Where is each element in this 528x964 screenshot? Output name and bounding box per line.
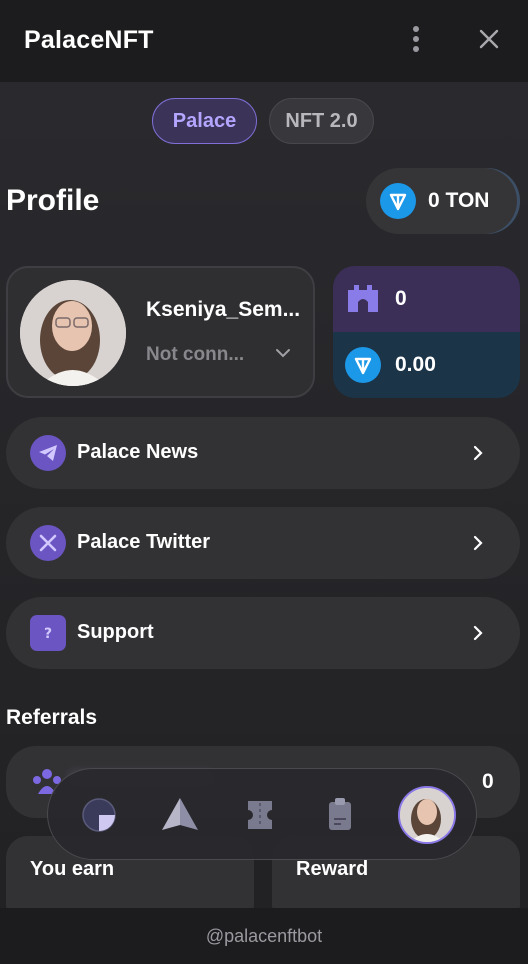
username: Kseniya_Sem...	[146, 298, 301, 321]
page-title: Profile	[6, 184, 100, 217]
referral-count: 0	[482, 770, 494, 793]
svg-text:?: ?	[44, 626, 52, 642]
chevron-right-icon	[468, 531, 488, 555]
palace-twitter-link[interactable]: Palace Twitter	[6, 507, 520, 579]
you-earn-label: You earn	[30, 858, 115, 880]
chevron-down-icon[interactable]	[272, 342, 294, 364]
support-link[interactable]: ? Support	[6, 597, 520, 669]
bottom-tab-bar	[47, 768, 477, 860]
pyramid-icon[interactable]	[160, 795, 200, 835]
section-title-referrals: Referrals	[6, 706, 98, 729]
app-title: PalaceNFT	[24, 26, 154, 54]
chevron-right-icon	[468, 441, 488, 465]
palace-balance-value: 0	[395, 287, 407, 310]
ton-icon	[345, 347, 381, 383]
more-options-icon[interactable]	[404, 24, 428, 54]
close-icon[interactable]	[470, 20, 508, 58]
tab-nft-2[interactable]: NFT 2.0	[269, 98, 374, 144]
pie-icon[interactable]	[80, 795, 120, 835]
ton-balance-button[interactable]: 0 TON	[366, 168, 520, 234]
ticket-icon[interactable]	[240, 795, 280, 835]
chevron-right-icon	[468, 621, 488, 645]
clipboard-icon[interactable]	[320, 795, 360, 835]
ton-wallet-balance: 0.00	[333, 332, 520, 398]
menu-label: Palace Twitter	[77, 531, 211, 553]
balance-card: 0 0.00	[333, 266, 520, 398]
castle-icon	[347, 282, 379, 317]
ton-icon	[380, 183, 416, 219]
profile-tab-avatar[interactable]	[398, 786, 456, 844]
ton-balance-label: 0 TON	[428, 189, 490, 212]
ton-balance-value: 0.00	[395, 353, 436, 376]
window-titlebar: PalaceNFT	[0, 0, 528, 82]
reward-label: Reward	[296, 858, 369, 880]
wallet-status[interactable]: Not conn...	[146, 344, 244, 366]
x-logo-icon	[30, 525, 66, 561]
user-card[interactable]: Kseniya_Sem... Not conn...	[6, 266, 315, 398]
bot-handle: @palacenftbot	[0, 908, 528, 964]
palace-balance: 0	[333, 266, 520, 332]
telegram-icon	[30, 435, 66, 471]
palace-news-link[interactable]: Palace News	[6, 417, 520, 489]
question-chat-icon: ?	[30, 615, 66, 651]
avatar	[20, 280, 126, 386]
menu-label: Palace News	[77, 441, 199, 463]
menu-label: Support	[77, 621, 154, 643]
tab-palace[interactable]: Palace	[152, 98, 257, 144]
main-content: Palace NFT 2.0 Profile 0 TON Kseniya_Sem…	[0, 82, 528, 908]
